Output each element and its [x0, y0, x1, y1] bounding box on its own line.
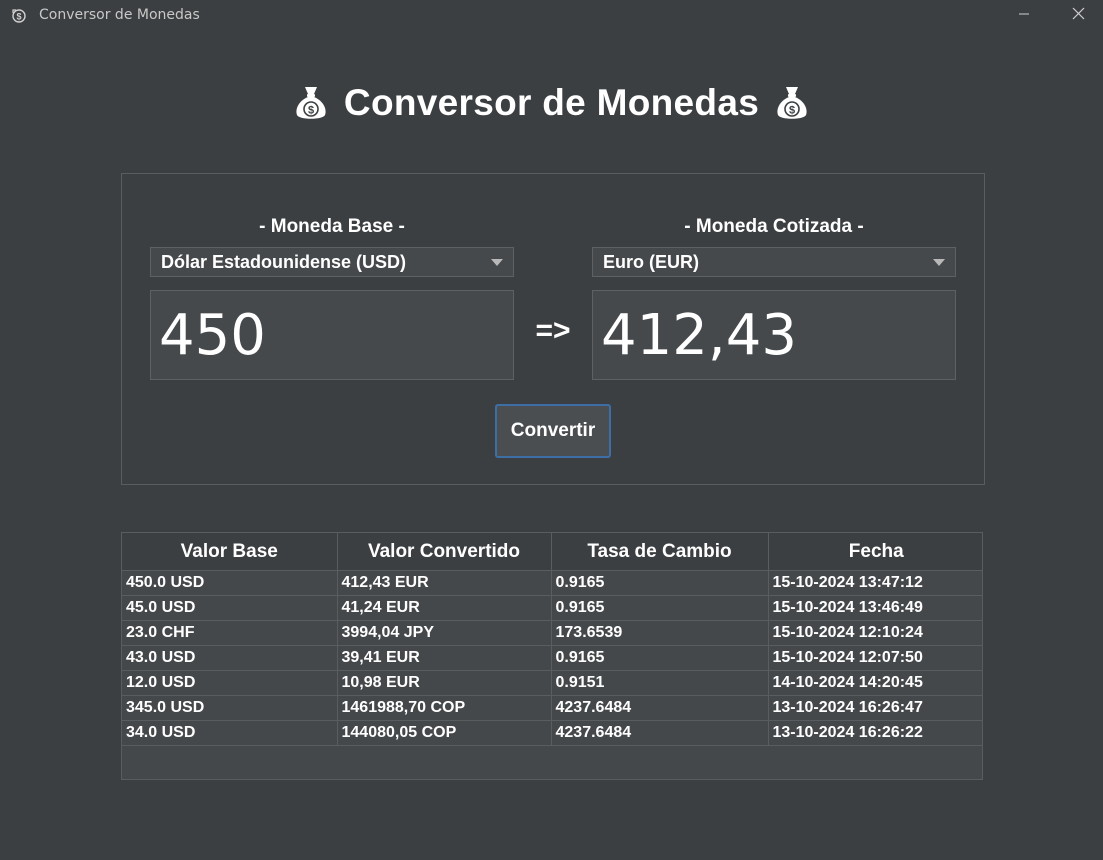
cell-valor-convertido: 412,43 EUR [337, 570, 552, 596]
cell-valor-convertido: 41,24 EUR [337, 595, 552, 621]
convert-button[interactable]: Convertir [495, 404, 611, 458]
table-row[interactable]: 345.0 USD 1461988,70 COP 4237.6484 13-10… [122, 695, 982, 721]
table-row[interactable]: 23.0 CHF 3994,04 JPY 173.6539 15-10-2024… [122, 620, 982, 646]
cell-valor-convertido: 39,41 EUR [337, 645, 552, 671]
cell-fecha: 15-10-2024 12:10:24 [768, 620, 982, 646]
cell-valor-base: 45.0 USD [122, 595, 338, 621]
base-currency-value: Dólar Estadounidense (USD) [161, 251, 407, 272]
cell-valor-convertido: 144080,05 COP [337, 720, 552, 746]
cell-valor-base: 43.0 USD [122, 645, 338, 671]
cell-fecha: 13-10-2024 16:26:22 [768, 720, 982, 746]
table-row[interactable]: 450.0 USD 412,43 EUR 0.9165 15-10-2024 1… [122, 570, 982, 596]
app-window: $ Conversor de Monedas $ Conversor de Mo… [0, 0, 1103, 860]
page-title: Conversor de Monedas [343, 82, 760, 123]
cell-tasa-de-cambio: 0.9151 [551, 670, 769, 696]
cell-valor-convertido: 10,98 EUR [337, 670, 552, 696]
base-currency-label: - Moneda Base - [259, 216, 405, 237]
cell-fecha: 15-10-2024 13:47:12 [768, 570, 982, 596]
title-bar: $ Conversor de Monedas [0, 0, 1103, 32]
cell-tasa-de-cambio: 4237.6484 [551, 720, 769, 746]
cell-valor-convertido: 3994,04 JPY [337, 620, 552, 646]
quote-currency-select[interactable]: Euro (EUR) [592, 247, 956, 277]
page-header: $ Conversor de Monedas $ [0, 78, 1103, 128]
column-header-valor-base[interactable]: Valor Base [122, 533, 338, 571]
base-currency-select[interactable]: Dólar Estadounidense (USD) [150, 247, 514, 277]
dollar-cycle-icon: $ [11, 8, 27, 24]
cell-tasa-de-cambio: 0.9165 [551, 570, 769, 596]
column-header-fecha[interactable]: Fecha [768, 533, 982, 571]
money-bag-icon: $ [294, 84, 328, 122]
conversion-arrow: => [535, 314, 571, 347]
cell-valor-base: 450.0 USD [122, 570, 338, 596]
money-bag-icon: $ [775, 84, 809, 122]
table-row[interactable]: 43.0 USD 39,41 EUR 0.9165 15-10-2024 12:… [122, 645, 982, 671]
quote-currency-label: - Moneda Cotizada - [684, 216, 864, 237]
svg-text:$: $ [789, 105, 795, 117]
window-title: Conversor de Monedas [39, 7, 200, 23]
cell-valor-base: 345.0 USD [122, 695, 338, 721]
cell-fecha: 15-10-2024 13:46:49 [768, 595, 982, 621]
svg-text:$: $ [16, 12, 21, 22]
quote-currency-value: Euro (EUR) [603, 251, 699, 272]
chevron-down-icon [933, 259, 945, 266]
cell-valor-convertido: 1461988,70 COP [337, 695, 552, 721]
cell-tasa-de-cambio: 0.9165 [551, 595, 769, 621]
cell-valor-base: 34.0 USD [122, 720, 338, 746]
cell-tasa-de-cambio: 173.6539 [551, 620, 769, 646]
column-header-valor-convertido[interactable]: Valor Convertido [337, 533, 552, 571]
table-row[interactable]: 12.0 USD 10,98 EUR 0.9151 14-10-2024 14:… [122, 670, 982, 696]
svg-text:$: $ [308, 105, 314, 117]
cell-valor-base: 23.0 CHF [122, 620, 338, 646]
cell-fecha: 15-10-2024 12:07:50 [768, 645, 982, 671]
table-row[interactable]: 34.0 USD 144080,05 COP 4237.6484 13-10-2… [122, 720, 982, 746]
cell-valor-base: 12.0 USD [122, 670, 338, 696]
close-button[interactable] [1055, 0, 1101, 32]
minimize-icon [1018, 7, 1030, 25]
column-header-tasa-de-cambio[interactable]: Tasa de Cambio [551, 533, 769, 571]
base-amount-input[interactable]: 450 [150, 290, 514, 380]
minimize-button[interactable] [1001, 0, 1047, 32]
history-table[interactable]: Valor Base Valor Convertido Tasa de Camb… [121, 532, 983, 780]
close-icon [1072, 7, 1085, 25]
table-row[interactable]: 45.0 USD 41,24 EUR 0.9165 15-10-2024 13:… [122, 595, 982, 621]
cell-fecha: 14-10-2024 14:20:45 [768, 670, 982, 696]
converted-amount-field: 412,43 [592, 290, 956, 380]
cell-tasa-de-cambio: 0.9165 [551, 645, 769, 671]
converter-panel: - Moneda Base - - Moneda Cotizada - Dóla… [121, 173, 985, 485]
chevron-down-icon [491, 259, 503, 266]
cell-fecha: 13-10-2024 16:26:47 [768, 695, 982, 721]
table-header-row: Valor Base Valor Convertido Tasa de Camb… [122, 533, 982, 571]
cell-tasa-de-cambio: 4237.6484 [551, 695, 769, 721]
